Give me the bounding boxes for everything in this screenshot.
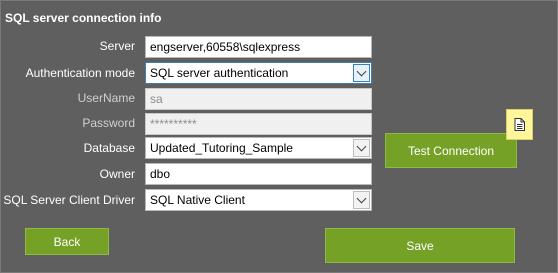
owner-label: Owner bbox=[99, 167, 135, 181]
chevron-down-icon[interactable] bbox=[353, 64, 370, 82]
auth-mode-select[interactable]: SQL server authentication bbox=[145, 62, 372, 84]
test-connection-button[interactable]: Test Connection bbox=[385, 133, 517, 168]
auth-mode-value: SQL server authentication bbox=[150, 66, 289, 80]
driver-label: SQL Server Client Driver bbox=[3, 193, 135, 207]
connection-info-dialog: SQL server connection info Server engser… bbox=[0, 0, 558, 273]
dialog-title: SQL server connection info bbox=[5, 11, 162, 25]
chevron-down-icon[interactable] bbox=[353, 139, 370, 157]
server-label: Server bbox=[99, 39, 135, 53]
chevron-down-icon[interactable] bbox=[353, 191, 370, 209]
database-value: Updated_Tutoring_Sample bbox=[150, 141, 293, 155]
password-field[interactable]: ********** bbox=[145, 113, 372, 135]
driver-select[interactable]: SQL Native Client bbox=[145, 189, 372, 211]
server-field[interactable]: engserver,60558\sqlexpress bbox=[145, 36, 372, 58]
auth-mode-label: Authentication mode bbox=[25, 66, 135, 80]
owner-field[interactable]: dbo bbox=[145, 163, 372, 185]
password-label: Password bbox=[82, 116, 135, 130]
username-label: UserName bbox=[77, 91, 135, 105]
note-icon[interactable] bbox=[506, 109, 533, 140]
database-select[interactable]: Updated_Tutoring_Sample bbox=[145, 137, 372, 159]
back-button[interactable]: Back bbox=[25, 228, 109, 255]
save-button[interactable]: Save bbox=[325, 228, 515, 263]
username-field[interactable]: sa bbox=[145, 88, 372, 110]
driver-value: SQL Native Client bbox=[150, 193, 245, 207]
note-glyph bbox=[514, 118, 525, 131]
database-label: Database bbox=[83, 141, 135, 155]
